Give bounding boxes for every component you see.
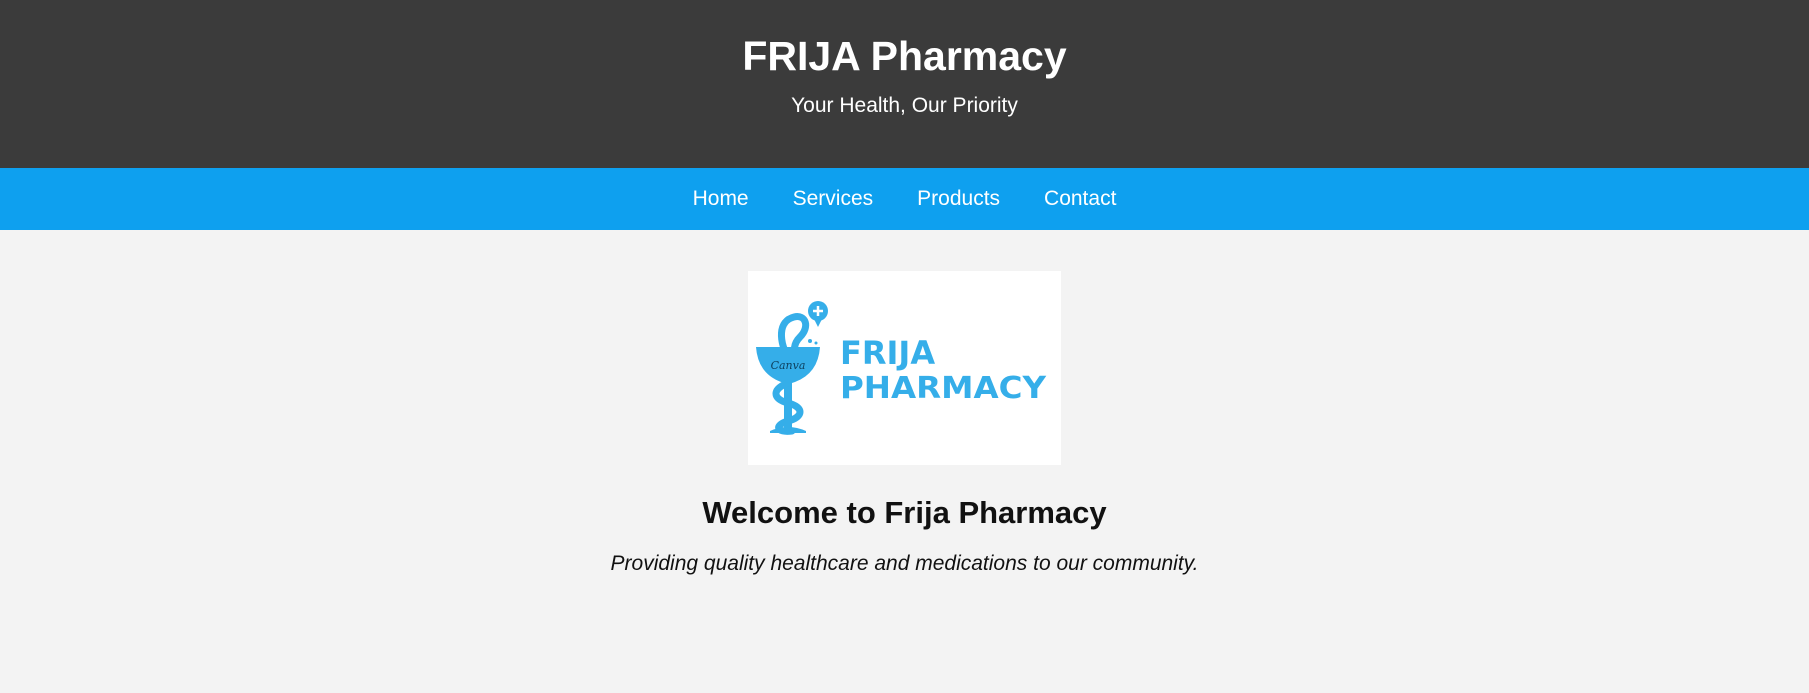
- nav-link-home[interactable]: Home: [693, 187, 749, 211]
- logo-watermark: Canva: [771, 359, 806, 372]
- intro-text: Providing quality healthcare and medicat…: [610, 552, 1199, 575]
- site-title: FRIJA Pharmacy: [742, 33, 1067, 79]
- pharmacy-logo: Canva FRIJA PHARMACY: [748, 271, 1061, 465]
- logo-wordmark-line2: PHARMACY: [840, 371, 1047, 406]
- logo-wordmark-line1: FRIJA: [840, 334, 935, 372]
- site-tagline: Your Health, Our Priority: [791, 94, 1018, 117]
- nav-link-contact[interactable]: Contact: [1044, 187, 1116, 211]
- caduceus-bowl-of-hygieia-icon: Canva FRIJA PHARMACY: [756, 301, 1047, 435]
- main-nav: Home Services Products Contact: [0, 168, 1809, 230]
- nav-link-services[interactable]: Services: [793, 187, 874, 211]
- main-content: Canva FRIJA PHARMACY Welcome to Frija Ph…: [0, 271, 1809, 577]
- site-header: FRIJA Pharmacy Your Health, Our Priority: [0, 0, 1809, 168]
- nav-link-products[interactable]: Products: [917, 187, 1000, 211]
- welcome-heading: Welcome to Frija Pharmacy: [702, 495, 1107, 530]
